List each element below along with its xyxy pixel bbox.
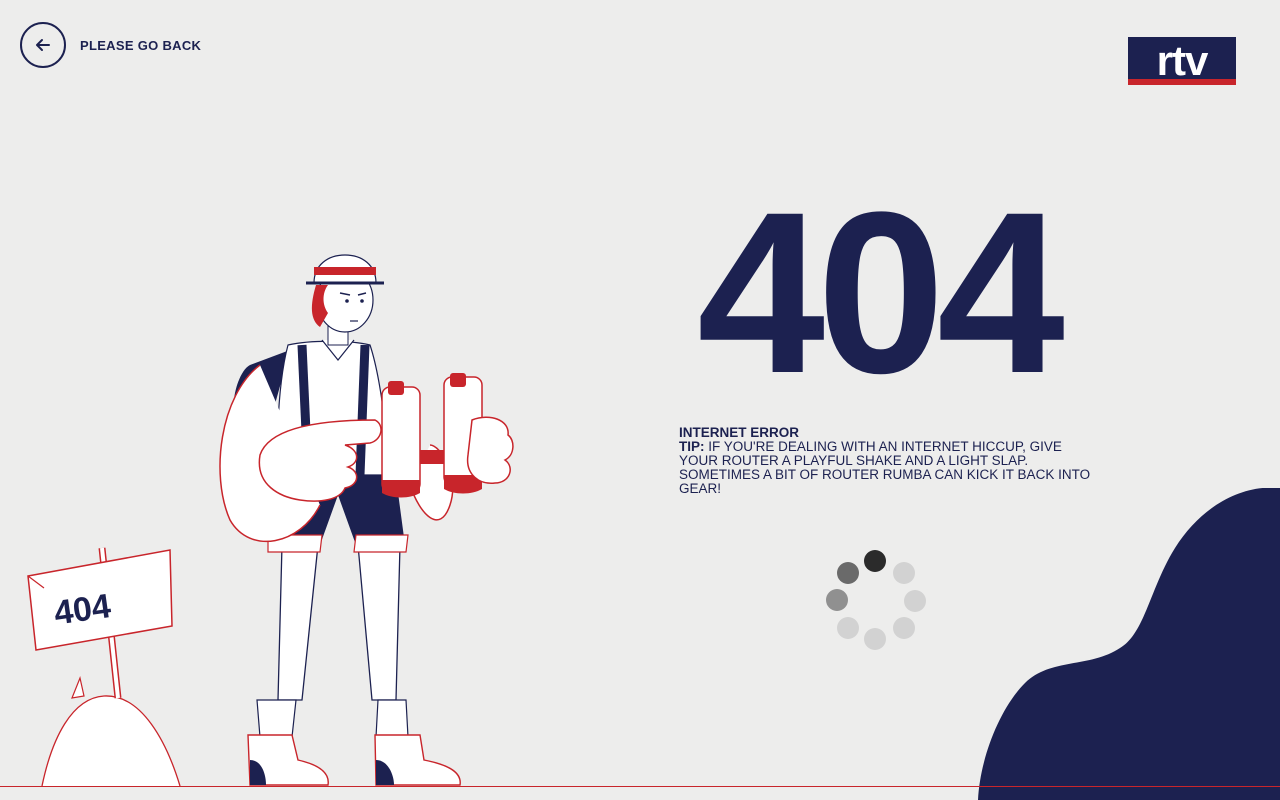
decorative-blob	[978, 488, 1280, 800]
error-code: 404	[697, 164, 1065, 421]
error-title: INTERNET ERROR	[679, 425, 800, 440]
loading-spinner	[822, 548, 928, 654]
spinner-dot	[864, 628, 886, 650]
spinner-dot	[893, 617, 915, 639]
arrow-left-icon	[36, 39, 50, 51]
logo-box: rtv	[1128, 37, 1236, 79]
sign-404-illustration: 404	[27, 547, 181, 787]
back-label[interactable]: PLEASE GO BACK	[80, 38, 201, 53]
rtv-logo[interactable]: rtv	[1128, 37, 1236, 85]
ground-line	[0, 786, 1280, 787]
error-message: INTERNET ERROR TIP: IF YOU'RE DEALING WI…	[679, 426, 1099, 496]
sign-text: 404	[52, 587, 114, 633]
back-circle[interactable]	[20, 22, 66, 68]
spinner-dot	[864, 550, 886, 572]
spinner-dot	[904, 590, 926, 612]
spinner-dot	[826, 589, 848, 611]
spinner-dot	[837, 617, 859, 639]
back-button[interactable]: PLEASE GO BACK	[20, 22, 201, 68]
logo-text: rtv	[1156, 37, 1209, 80]
hiker-illustration	[219, 254, 514, 786]
logo-stripe	[1128, 79, 1236, 85]
spinner-dot	[893, 562, 915, 584]
spinner-dot	[837, 562, 859, 584]
tip-label: TIP:	[679, 439, 705, 454]
